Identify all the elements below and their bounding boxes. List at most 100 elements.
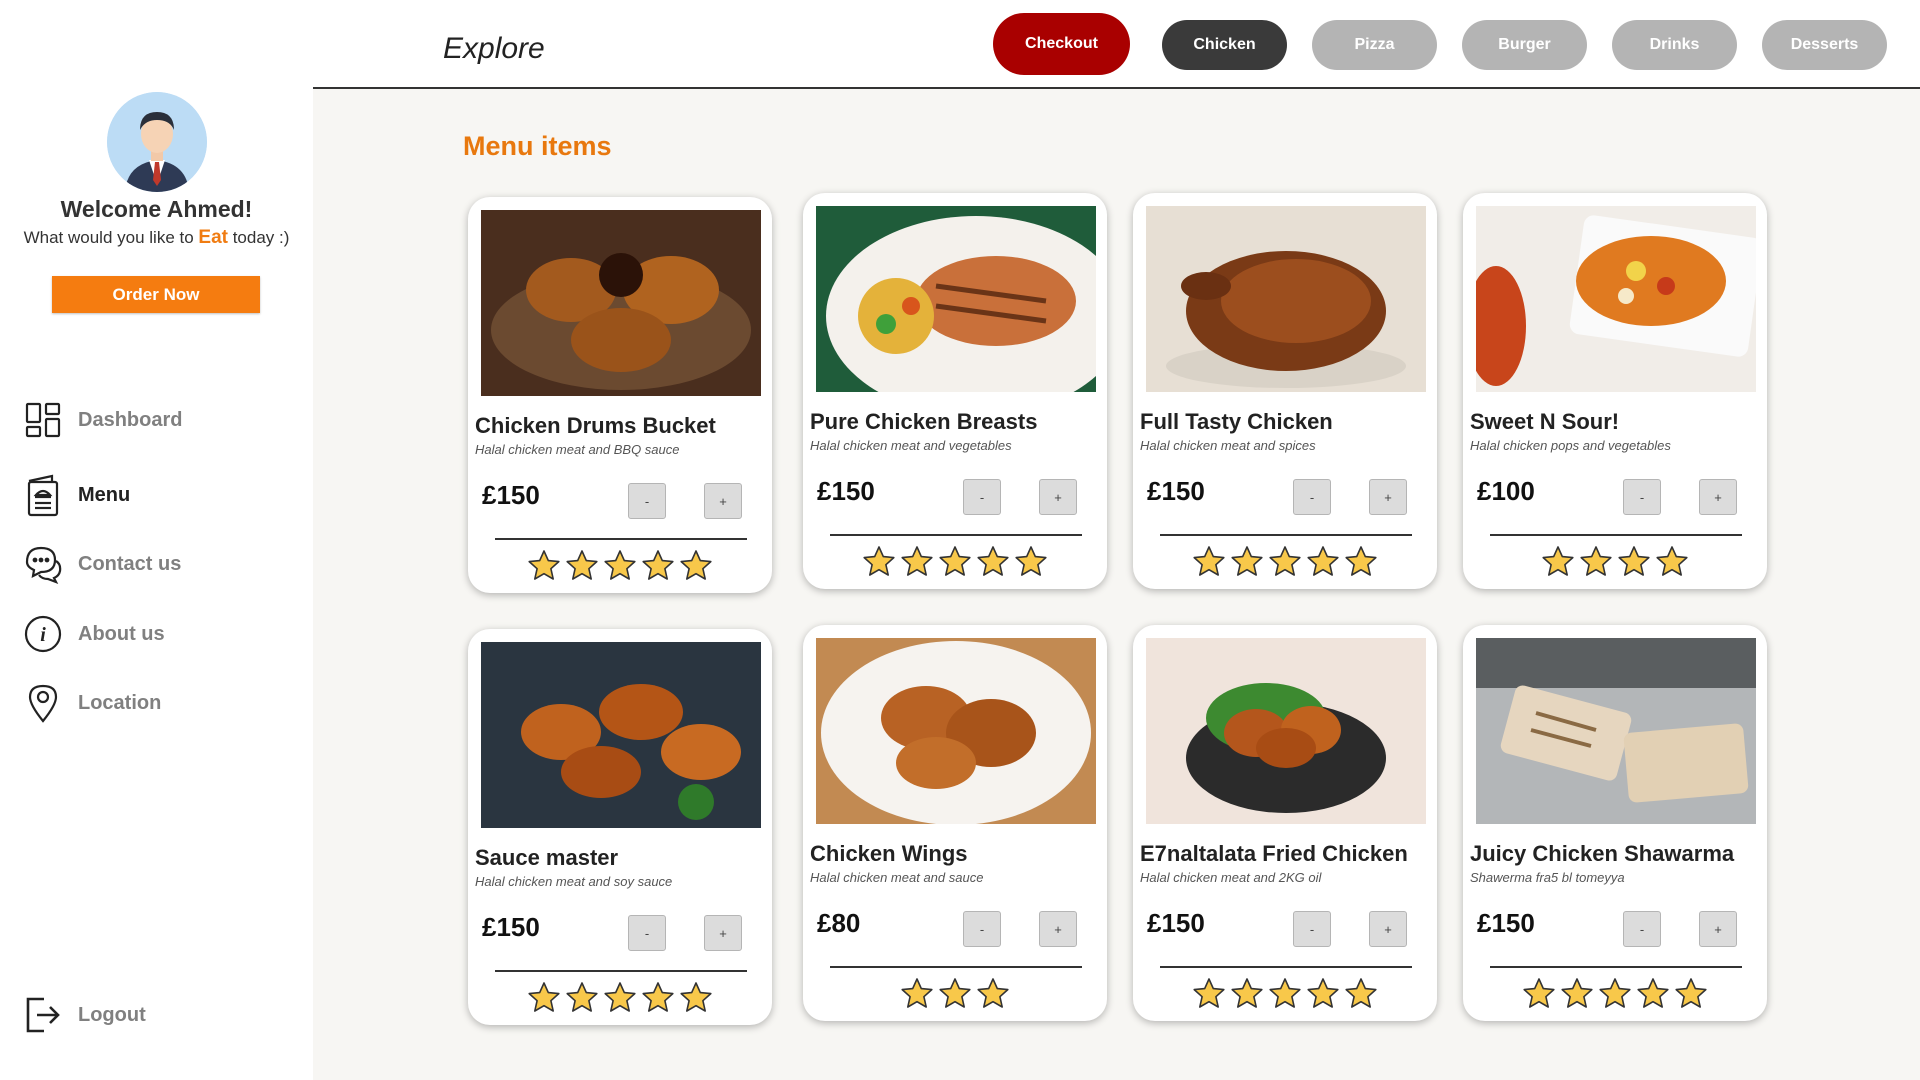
logout-button[interactable]: Logout (22, 993, 292, 1037)
star-icon (679, 549, 713, 582)
rating-stars (803, 545, 1107, 578)
star-icon (527, 549, 561, 582)
section-title: Menu items (463, 131, 612, 161)
star-icon (900, 977, 934, 1010)
nav-item-contact[interactable]: Contact us (22, 542, 292, 586)
decrease-quantity-button[interactable]: - (628, 483, 666, 519)
item-name: Juicy Chicken Shawarma (1470, 841, 1735, 866)
menu-item-card[interactable]: Juicy Chicken Shawarma Shawerma fra5 bl t… (1463, 625, 1767, 1021)
info-icon: i (22, 613, 64, 655)
item-description: Halal chicken meat and BBQ sauce (475, 442, 680, 457)
decrease-quantity-button[interactable]: - (1293, 911, 1331, 947)
increase-quantity-button[interactable]: + (1039, 911, 1077, 947)
food-image (1146, 638, 1426, 824)
nav-item-location[interactable]: Location (22, 681, 292, 725)
nav-label: Menu (78, 483, 131, 506)
nav-item-about[interactable]: i About us (22, 612, 292, 656)
item-price: £80 (817, 908, 861, 938)
rating-stars (1463, 545, 1767, 578)
menu-item-card[interactable]: E7naltalata Fried Chicken Halal chicken m… (1133, 625, 1437, 1021)
item-name: Chicken Drums Bucket (475, 413, 716, 438)
menu-item-card[interactable]: Pure Chicken Breasts Halal chicken meat a… (803, 193, 1107, 589)
sidebar: Welcome Ahmed! What would you like to Ea… (0, 0, 313, 1080)
star-icon (1344, 977, 1378, 1010)
star-icon (1522, 977, 1556, 1010)
increase-quantity-button[interactable]: + (704, 915, 742, 951)
menu-item-card[interactable]: Chicken Wings Halal chicken meat and sauc… (803, 625, 1107, 1021)
item-price: £150 (482, 480, 540, 510)
star-icon (1268, 545, 1302, 578)
decrease-quantity-button[interactable]: - (963, 911, 1001, 947)
tab-chicken[interactable]: Chicken (1162, 20, 1287, 70)
food-image (1146, 206, 1426, 392)
decrease-quantity-button[interactable]: - (1293, 479, 1331, 515)
item-price: £150 (1477, 908, 1535, 938)
nav-item-dashboard[interactable]: Dashboard (22, 398, 292, 442)
increase-quantity-button[interactable]: + (1039, 479, 1077, 515)
decrease-quantity-button[interactable]: - (1623, 479, 1661, 515)
item-price: £150 (1147, 908, 1205, 938)
item-description: Halal chicken meat and 2KG oil (1140, 870, 1322, 885)
star-icon (1268, 977, 1302, 1010)
divider (495, 538, 747, 540)
increase-quantity-button[interactable]: + (1699, 911, 1737, 947)
item-price: £150 (1147, 476, 1205, 506)
star-icon (1636, 977, 1670, 1010)
tab-burger[interactable]: Burger (1462, 20, 1587, 70)
item-description: Halal chicken meat and sauce (810, 870, 984, 885)
subtitle-text-end: today :) (227, 228, 290, 247)
nav-label: Dashboard (78, 408, 183, 431)
item-description: Halal chicken meat and soy sauce (475, 874, 673, 889)
divider (1160, 966, 1412, 968)
star-icon (641, 549, 675, 582)
item-name: Chicken Wings (810, 841, 968, 866)
star-icon (1579, 545, 1613, 578)
star-icon (1192, 545, 1226, 578)
star-icon (1344, 545, 1378, 578)
dashboard-icon (22, 399, 64, 441)
main-content: Menu items Chicken Drums Bucket Halal chi… (313, 89, 1920, 1080)
decrease-quantity-button[interactable]: - (963, 479, 1001, 515)
menu-item-card[interactable]: Sweet N Sour! Halal chicken pops and vege… (1463, 193, 1767, 589)
increase-quantity-button[interactable]: + (1369, 479, 1407, 515)
order-now-button[interactable]: Order Now (52, 276, 260, 313)
checkout-button[interactable]: Checkout (993, 13, 1130, 75)
menu-item-card[interactable]: Chicken Drums Bucket Halal chicken meat a… (468, 197, 772, 593)
tab-drinks[interactable]: Drinks (1612, 20, 1737, 70)
star-icon (1541, 545, 1575, 578)
svg-text:i: i (40, 624, 46, 646)
user-avatar[interactable] (107, 92, 207, 192)
subtitle-highlight: Eat (198, 227, 228, 248)
food-image (1476, 638, 1756, 824)
divider (830, 966, 1082, 968)
star-icon (1230, 977, 1264, 1010)
menu-item-card[interactable]: Full Tasty Chicken Halal chicken meat and… (1133, 193, 1437, 589)
logout-label: Logout (78, 1003, 146, 1026)
item-description: Shawerma fra5 bl tomeyya (1470, 870, 1625, 885)
food-image (816, 206, 1096, 392)
star-icon (1617, 545, 1651, 578)
tab-pizza[interactable]: Pizza (1312, 20, 1437, 70)
divider (1160, 534, 1412, 536)
nav-item-menu[interactable]: Menu (22, 473, 292, 517)
star-icon (938, 545, 972, 578)
tab-desserts[interactable]: Desserts (1762, 20, 1887, 70)
decrease-quantity-button[interactable]: - (628, 915, 666, 951)
increase-quantity-button[interactable]: + (704, 483, 742, 519)
star-icon (1306, 545, 1340, 578)
menu-item-card[interactable]: Sauce master Halal chicken meat and soy s… (468, 629, 772, 1025)
rating-stars (1463, 977, 1767, 1010)
item-price: £150 (817, 476, 875, 506)
star-icon (603, 549, 637, 582)
divider (830, 534, 1082, 536)
item-description: Halal chicken pops and vegetables (1470, 438, 1671, 453)
subtitle-text: What would you like to (23, 228, 199, 247)
item-name: Full Tasty Chicken (1140, 409, 1333, 434)
item-price: £100 (1477, 476, 1535, 506)
item-name: Sauce master (475, 845, 619, 870)
increase-quantity-button[interactable]: + (1369, 911, 1407, 947)
increase-quantity-button[interactable]: + (1699, 479, 1737, 515)
decrease-quantity-button[interactable]: - (1623, 911, 1661, 947)
star-icon (1014, 545, 1048, 578)
welcome-heading: Welcome Ahmed! (60, 196, 253, 222)
